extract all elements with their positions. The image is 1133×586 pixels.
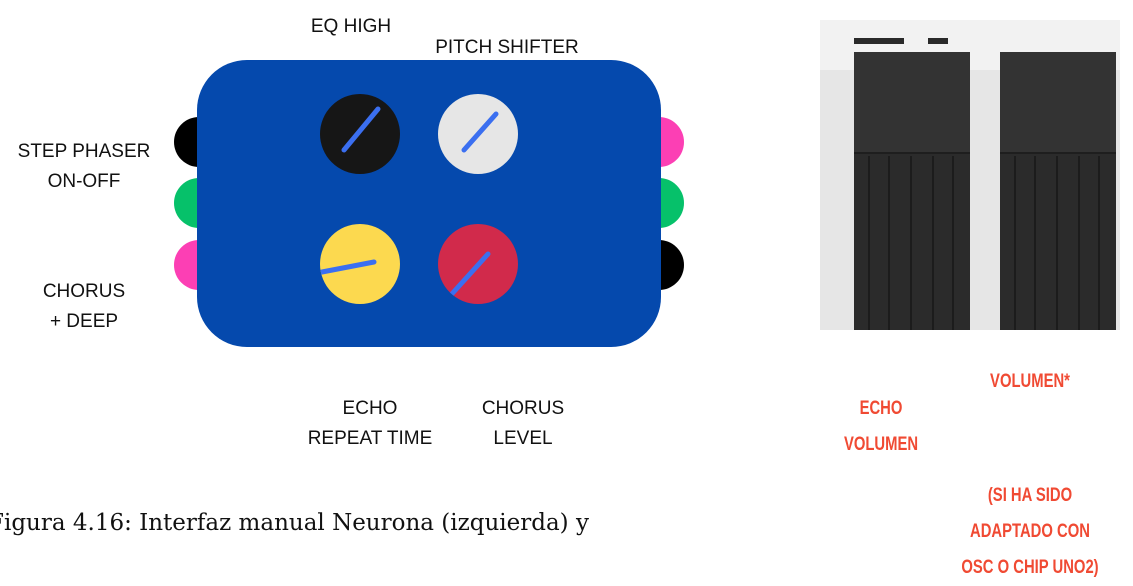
- echo-volumen-label: ECHO VOLUMEN: [843, 398, 919, 455]
- chorus-level-knob-pointer: [447, 251, 491, 299]
- chorus-deep-label: CHORUS + DEEP: [42, 281, 126, 332]
- volumen-pedal[interactable]: [1000, 52, 1116, 330]
- pedal-rib: [932, 156, 934, 330]
- pedal-rib: [1098, 156, 1100, 330]
- pedal-top-plate: [854, 52, 970, 154]
- expression-pedals-photo: [820, 20, 1120, 330]
- pedal-rib: [1014, 156, 1016, 330]
- pedal-rib: [1056, 156, 1058, 330]
- pedal-body: [197, 60, 661, 347]
- figure-caption: Figura 4.16: Interfaz manual Neurona (iz…: [0, 510, 589, 536]
- echo-repeat-time-knob[interactable]: [320, 224, 400, 304]
- eq-high-knob-pointer: [341, 106, 381, 153]
- echo-repeat-time-label: ECHO REPEAT TIME: [307, 398, 433, 449]
- pedal-top-plate: [1000, 52, 1116, 154]
- pedal-rib: [910, 156, 912, 330]
- volumen-label: VOLUMEN*: [990, 371, 1070, 392]
- pedal-board-strip: [928, 38, 948, 44]
- chorus-level-knob[interactable]: [438, 224, 518, 304]
- pitch-shifter-level-knob[interactable]: [438, 94, 518, 174]
- pedal-board-strip: [854, 38, 904, 44]
- eq-high-knob[interactable]: [320, 94, 400, 174]
- pedal-rib: [1034, 156, 1036, 330]
- volumen-footnote: (SI HA SIDO ADAPTADO CON OSC O CHIP UNO2…: [961, 485, 1099, 578]
- step-phaser-label: STEP PHASER ON-OFF: [17, 141, 151, 192]
- pedal-rib: [888, 156, 890, 330]
- eq-high-label: EQ HIGH: [310, 16, 392, 37]
- chorus-level-label: CHORUS LEVEL: [481, 398, 565, 449]
- echo-volumen-pedal[interactable]: [854, 52, 970, 330]
- pitch-shifter-level-knob-pointer: [461, 111, 499, 153]
- pedal-rib: [952, 156, 954, 330]
- pedal-rib: [868, 156, 870, 330]
- pedal-rib: [1078, 156, 1080, 330]
- echo-repeat-time-knob-pointer: [320, 259, 377, 275]
